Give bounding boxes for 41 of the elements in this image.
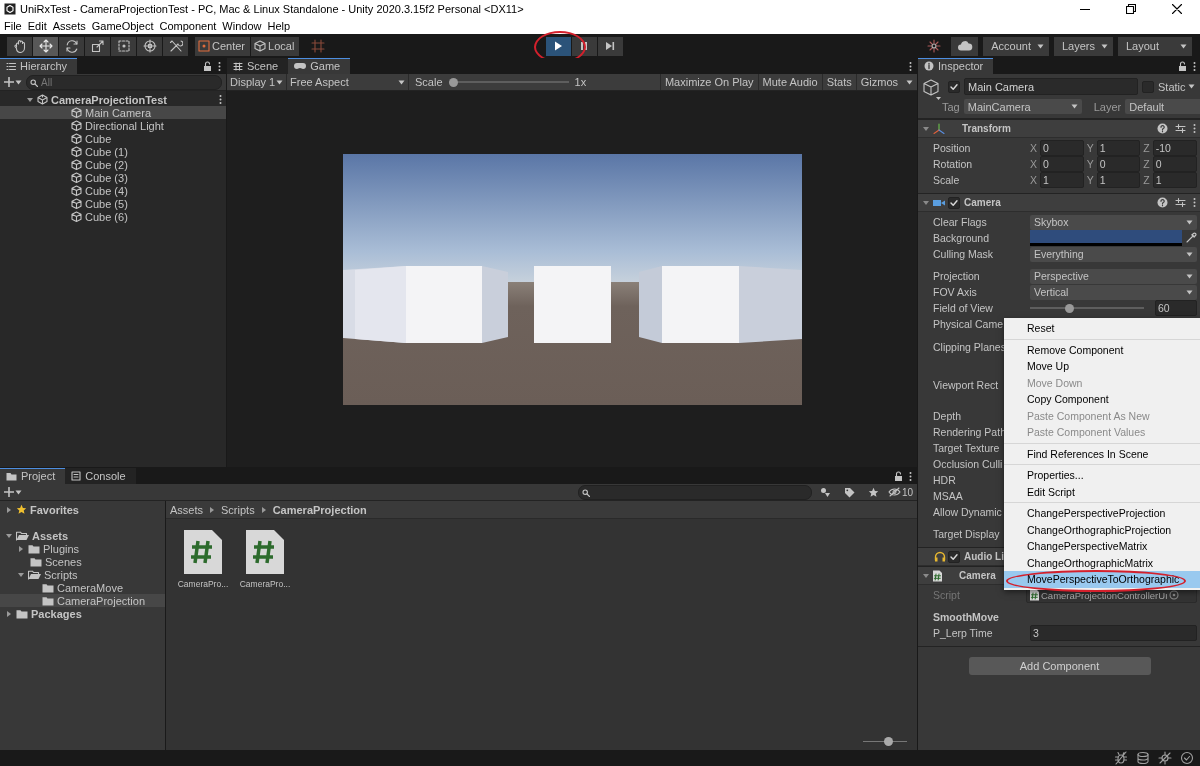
field-label: Rotation	[933, 158, 974, 170]
axis-label: Z	[1143, 142, 1150, 154]
field-label: Background	[933, 232, 991, 244]
axis-label: Z	[1143, 158, 1150, 170]
axis-label: Y	[1086, 158, 1094, 170]
field-label: P_Lerp Time	[933, 627, 994, 639]
field-label: Target Display	[933, 528, 1001, 540]
field-label: Script	[933, 589, 961, 601]
layer-label: Layer	[1093, 100, 1122, 113]
tag-label: Tag	[942, 100, 960, 113]
scale-label: Scale	[415, 76, 443, 88]
field-label: Clear Flags	[933, 216, 988, 228]
field-label: Culling Mask	[933, 248, 995, 260]
axis-label: Y	[1086, 174, 1094, 186]
object-name: CameraProjectionControllerUı	[1041, 589, 1168, 601]
field-label: Occlusion Culli	[933, 458, 1004, 470]
field-label: HDR	[933, 474, 957, 486]
field-label: FOV Axis	[933, 286, 978, 298]
file-name: CameraPro...	[177, 579, 229, 589]
component-title: Camera	[959, 570, 996, 581]
axis-label: Y	[1086, 142, 1094, 154]
field-label: Viewport Rect	[933, 379, 1000, 391]
field-label: Projection	[933, 270, 981, 282]
field-label: MSAA	[933, 490, 964, 502]
axis-label: X	[1030, 142, 1037, 154]
file-name: CameraPro...	[239, 579, 291, 589]
field-label: Field of View	[933, 302, 994, 314]
field-label: Depth	[933, 410, 963, 422]
window-title: UniRxTest - CameraProjectionTest - PC, Mac & Linux Standalone - Unity 2020.3.15f2 Personal <DX11>	[20, 3, 525, 15]
component-title: Camera	[964, 197, 1001, 208]
field-label: Target Texture	[933, 442, 1001, 454]
section-heading: SmoothMove	[933, 611, 1000, 623]
field-label: Position	[933, 142, 972, 154]
axis-label: X	[1030, 158, 1037, 170]
field-label: Physical Came	[933, 318, 1005, 330]
axis-label: X	[1030, 174, 1037, 186]
component-title: Audio Li	[964, 551, 1004, 562]
axis-label: Z	[1143, 174, 1150, 186]
component-title: Transform	[962, 123, 1011, 134]
field-label: Scale	[933, 174, 961, 186]
scale-reading: 1x	[574, 76, 587, 88]
